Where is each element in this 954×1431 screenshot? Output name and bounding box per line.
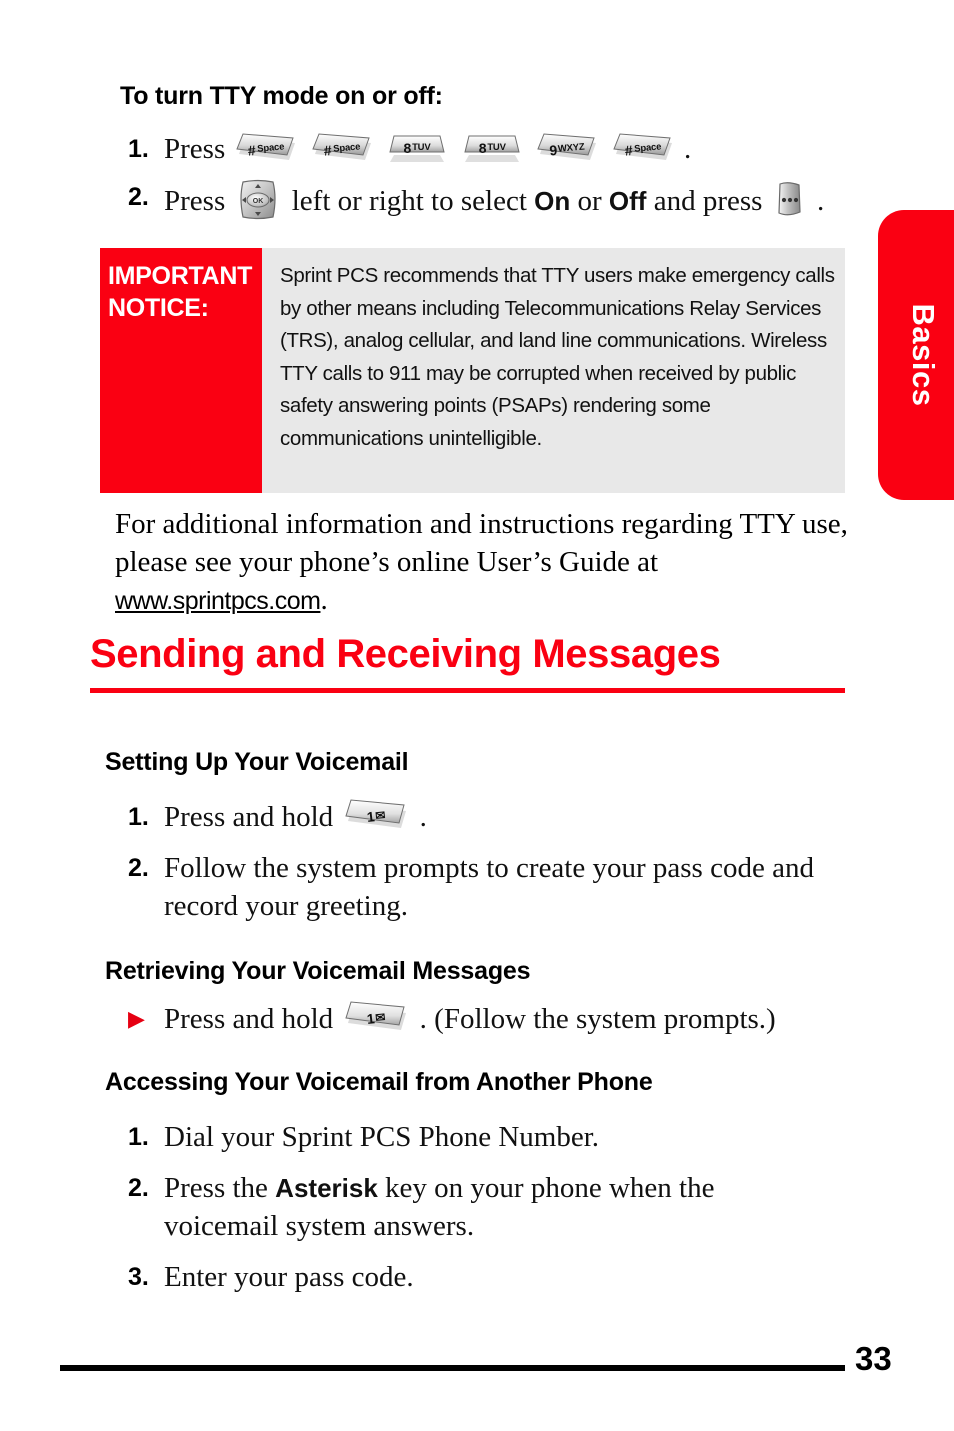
tty-step-1: 1. Press # Space # Space 8 TUV 8 TUV 9 W… [128,130,868,168]
eight-tuv-key[interactable]: 8 TUV [386,133,448,165]
tty-step-2-direction-text: left or right to select [291,185,527,217]
accessing-voicemail-step-3-text: Enter your pass code. [164,1261,414,1293]
nine-wxyz-key[interactable]: 9 WXYZ [536,133,598,165]
accessing-voicemail-step-1: 1. Dial your Sprint PCS Phone Number. [128,1118,868,1156]
tty-step-1-number: 1. [128,135,149,163]
accessing-voicemail-step-3: 3. Enter your pass code. [128,1258,868,1296]
side-tab-label: Basics [906,303,941,407]
setting-up-voicemail-heading: Setting Up Your Voicemail [105,748,409,776]
setup-voicemail-step-1-text: Press and hold 1 ✉ . [164,798,427,836]
tty-mode-heading: To turn TTY mode on or off: [120,82,443,110]
page-title: Sending and Receiving Messages [90,632,721,676]
accessing-voicemail-step-2-number: 2. [128,1174,149,1202]
triangle-bullet-icon: ▶ [128,1006,145,1031]
setup-voicemail-step-1: 1. Press and hold 1 ✉ . [128,798,868,836]
setup-voicemail-step-2-text: Follow the system prompts to create your… [164,852,814,922]
right-softkey[interactable] [773,180,807,220]
hash-space-key[interactable]: # Space [311,133,373,165]
page-number: 33 [855,1340,892,1377]
tty-option-off: Off [608,186,647,216]
tty-step-2-press-label: Press [164,185,226,217]
setup-voicemail-step-1-period: . [419,801,427,833]
manual-page: Basics To turn TTY mode on or off: 1. Pr… [0,0,954,1431]
accessing-voicemail-heading: Accessing Your Voicemail from Another Ph… [105,1068,653,1096]
setup-voicemail-step-1-number: 1. [128,803,149,831]
important-notice-label: IMPORTANT NOTICE: [100,248,262,493]
setup-voicemail-step-2: 2. Follow the system prompts to create y… [128,849,848,925]
important-notice-box: IMPORTANT NOTICE: Sprint PCS recommends … [100,248,845,493]
paragraph-text: For additional information and instructi… [115,508,848,578]
tty-step-2-period: . [816,185,825,217]
tty-step-2-and-press: and press [653,185,763,217]
accessing-voicemail-step-1-text: Dial your Sprint PCS Phone Number. [164,1121,600,1153]
one-voicemail-key[interactable]: 1 ✉ [343,799,409,833]
tty-step-2-number: 2. [128,183,149,211]
tty-step-1-text: Press # Space # Space 8 TUV 8 TUV 9 WXYZ… [164,130,691,168]
sprintpcs-url-link[interactable]: www.sprintpcs.com [115,587,321,615]
paragraph-period: . [320,584,328,616]
tty-step-2: 2. Press OK left or right to select On o… [128,178,888,222]
tty-option-on: On [534,186,571,216]
tty-step-2-text: Press OK left or right to select On or O… [164,178,824,222]
retrieving-voicemail-suffix: . (Follow the system prompts.) [419,1003,776,1035]
tty-step-1-press-label: Press [164,133,226,165]
tty-step-1-period: . [683,133,692,165]
accessing-voicemail-step-2: 2. Press the Asterisk key on your phone … [128,1169,828,1245]
retrieving-voicemail-text: Press and hold 1 ✉ . (Follow the system p… [164,1000,776,1038]
footer-divider [60,1365,845,1371]
tty-additional-info-paragraph: For additional information and instructi… [115,505,855,620]
retrieving-voicemail-bullet-item: ▶ Press and hold 1 ✉ . (Follow the system… [128,1000,888,1038]
accessing-voicemail-step-3-number: 3. [128,1263,149,1291]
navigation-ok-key[interactable]: OK [235,178,281,222]
accessing-voicemail-step-2-text: Press the Asterisk key on your phone whe… [164,1169,828,1245]
side-tab-basics: Basics [878,210,954,500]
hash-space-key[interactable]: # Space [612,133,674,165]
one-voicemail-key[interactable]: 1 ✉ [343,1001,409,1035]
press-the-label: Press the [164,1172,268,1204]
tty-step-2-or: or [577,185,602,217]
retrieving-voicemail-heading: Retrieving Your Voicemail Messages [105,957,531,985]
svg-text:OK: OK [253,198,264,205]
setup-voicemail-step-2-number: 2. [128,854,149,882]
accessing-voicemail-step-1-number: 1. [128,1123,149,1151]
section-divider [90,688,845,693]
asterisk-key-label: Asterisk [275,1173,378,1203]
eight-tuv-key[interactable]: 8 TUV [461,133,523,165]
press-and-hold-label: Press and hold [164,801,334,833]
hash-space-key[interactable]: # Space [235,133,297,165]
important-notice-body: Sprint PCS recommends that TTY users mak… [262,248,845,493]
press-and-hold-label: Press and hold [164,1003,334,1035]
